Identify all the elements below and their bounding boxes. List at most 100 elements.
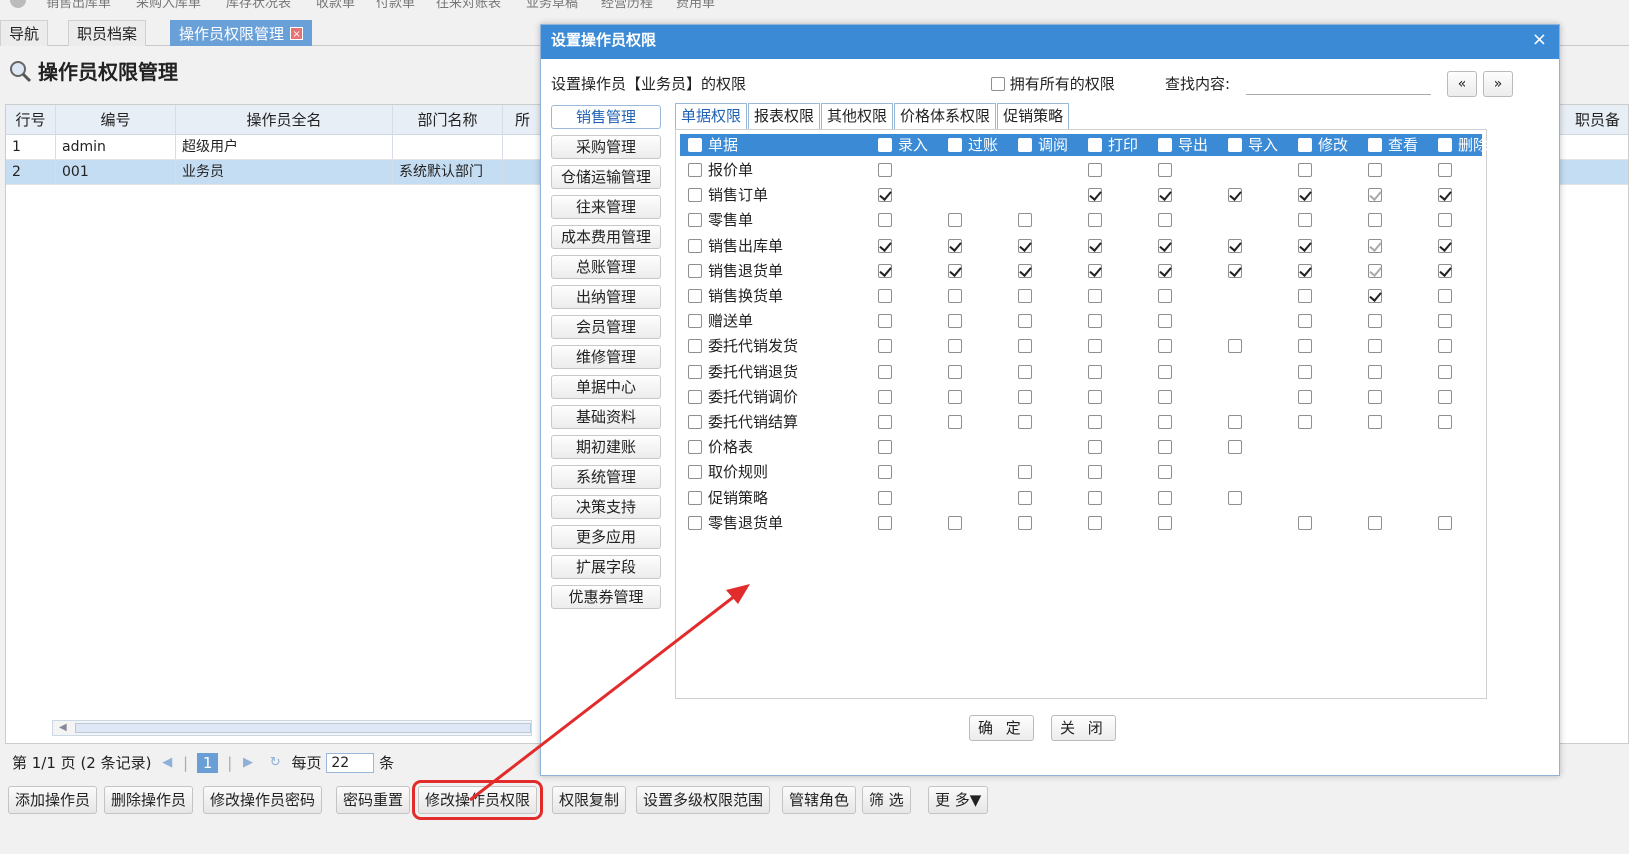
permission-checkbox[interactable] [1158, 389, 1172, 404]
permission-column-header[interactable]: 删除 [1438, 134, 1488, 156]
category-button[interactable]: 销售管理 [551, 105, 661, 129]
permission-checkbox[interactable] [878, 515, 892, 530]
permission-checkbox[interactable] [1368, 364, 1382, 379]
select-column-checkbox[interactable] [948, 138, 962, 152]
permission-checkbox[interactable] [878, 389, 892, 404]
permission-checkbox[interactable] [1368, 263, 1382, 278]
row-checkbox[interactable] [688, 440, 702, 455]
permission-checkbox[interactable] [948, 389, 962, 404]
permission-checkbox[interactable] [1298, 314, 1312, 329]
row-checkbox[interactable] [688, 314, 702, 329]
permission-checkbox[interactable] [1438, 314, 1452, 329]
permission-column-header[interactable]: 打印 [1088, 134, 1138, 156]
permission-checkbox[interactable] [1088, 415, 1102, 429]
search-next-button[interactable]: » [1483, 71, 1513, 97]
permission-checkbox[interactable] [1018, 263, 1032, 278]
permission-checkbox[interactable] [1368, 213, 1382, 228]
permission-checkbox[interactable] [1158, 490, 1172, 505]
category-button[interactable]: 采购管理 [551, 135, 661, 159]
scroll-thumb[interactable] [75, 723, 531, 733]
permission-checkbox[interactable] [1088, 314, 1102, 329]
permission-checkbox[interactable] [948, 289, 962, 303]
permission-checkbox[interactable] [1088, 213, 1102, 228]
row-select[interactable]: 销售出库单 [688, 234, 783, 259]
close-tab-icon[interactable]: × [290, 27, 304, 40]
top-menu-item[interactable]: 往来对账表 [436, 0, 501, 11]
permission-checkbox[interactable] [1018, 364, 1032, 379]
category-button[interactable]: 仓储运输管理 [551, 165, 661, 189]
select-column-checkbox[interactable] [878, 138, 892, 152]
top-menu-item[interactable]: 业务草稿 [526, 0, 578, 11]
column-header[interactable]: 行号 [6, 105, 56, 134]
row-select[interactable]: 赠送单 [688, 309, 753, 334]
select-column-checkbox[interactable] [1228, 138, 1242, 152]
permission-tab[interactable]: 促销策略 [997, 103, 1070, 129]
row-select[interactable]: 零售退货单 [688, 511, 783, 536]
permission-checkbox[interactable] [1158, 515, 1172, 530]
manage-roles-button[interactable]: 管辖角色 [782, 786, 857, 814]
permission-checkbox[interactable] [1368, 389, 1382, 404]
select-column-checkbox[interactable] [1438, 138, 1452, 152]
permission-checkbox[interactable] [1088, 188, 1102, 203]
permission-checkbox[interactable] [1018, 465, 1032, 480]
top-menu-item[interactable]: 采购入库单 [136, 0, 201, 11]
select-column-checkbox[interactable] [1298, 138, 1312, 152]
top-menu-item[interactable]: 费用单 [676, 0, 715, 11]
permission-checkbox[interactable] [878, 213, 892, 228]
permission-checkbox[interactable] [1158, 415, 1172, 429]
permission-checkbox[interactable] [1228, 263, 1242, 278]
row-checkbox[interactable] [688, 490, 702, 505]
permission-checkbox[interactable] [1088, 163, 1102, 177]
permission-checkbox[interactable] [948, 339, 962, 354]
permission-checkbox[interactable] [1368, 163, 1382, 177]
permission-checkbox[interactable] [1368, 314, 1382, 329]
permission-checkbox[interactable] [1088, 339, 1102, 354]
category-button[interactable]: 单据中心 [551, 375, 661, 399]
permission-tab[interactable]: 单据权限 [675, 103, 748, 129]
category-button[interactable]: 出纳管理 [551, 285, 661, 309]
top-menu-item[interactable]: 付款单 [376, 0, 415, 11]
close-button[interactable]: 关 闭 [1051, 715, 1116, 741]
select-column-checkbox[interactable] [1088, 138, 1102, 152]
permission-tab[interactable]: 报表权限 [748, 103, 821, 129]
permission-checkbox[interactable] [1438, 389, 1452, 404]
permission-checkbox[interactable] [878, 238, 892, 253]
more-button[interactable]: 更 多▼ [928, 786, 989, 814]
permission-checkbox[interactable] [878, 314, 892, 329]
permission-checkbox[interactable] [948, 238, 962, 253]
permission-checkbox[interactable] [1018, 389, 1032, 404]
column-header[interactable]: 职员备 [1566, 105, 1629, 134]
row-select[interactable]: 销售换货单 [688, 284, 783, 309]
row-select[interactable]: 报价单 [688, 158, 753, 183]
permission-checkbox[interactable] [1438, 364, 1452, 379]
all-permissions-toggle[interactable]: 拥有所有的权限 [991, 71, 1115, 97]
permission-checkbox[interactable] [1298, 415, 1312, 429]
permission-checkbox[interactable] [1438, 289, 1452, 303]
row-checkbox[interactable] [688, 263, 702, 278]
permission-checkbox[interactable] [1018, 289, 1032, 303]
refresh-icon[interactable]: ↻ [270, 751, 281, 775]
row-select[interactable]: 销售退货单 [688, 259, 783, 284]
filter-button[interactable]: 筛 选 [862, 786, 911, 814]
category-button[interactable]: 系统管理 [551, 465, 661, 489]
permission-checkbox[interactable] [948, 263, 962, 278]
permission-checkbox[interactable] [1438, 339, 1452, 354]
permission-checkbox[interactable] [1298, 289, 1312, 303]
permission-checkbox[interactable] [1298, 263, 1312, 278]
permission-checkbox[interactable] [878, 163, 892, 177]
permission-checkbox[interactable] [1368, 339, 1382, 354]
permission-checkbox[interactable] [1088, 364, 1102, 379]
permission-checkbox[interactable] [1438, 238, 1452, 253]
permission-checkbox[interactable] [1438, 263, 1452, 278]
permission-column-header[interactable]: 录入 [878, 134, 928, 156]
permission-column-header[interactable]: 调阅 [1018, 134, 1068, 156]
permission-checkbox[interactable] [1018, 490, 1032, 505]
top-menu-item[interactable]: 经营历程 [601, 0, 653, 11]
permission-column-header[interactable]: 过账 [948, 134, 998, 156]
permission-checkbox[interactable] [1438, 515, 1452, 530]
add-operator-button[interactable]: 添加操作员 [8, 786, 98, 814]
change-password-button[interactable]: 修改操作员密码 [203, 786, 323, 814]
category-button[interactable]: 维修管理 [551, 345, 661, 369]
permission-checkbox[interactable] [1088, 238, 1102, 253]
permission-checkbox[interactable] [1018, 415, 1032, 429]
